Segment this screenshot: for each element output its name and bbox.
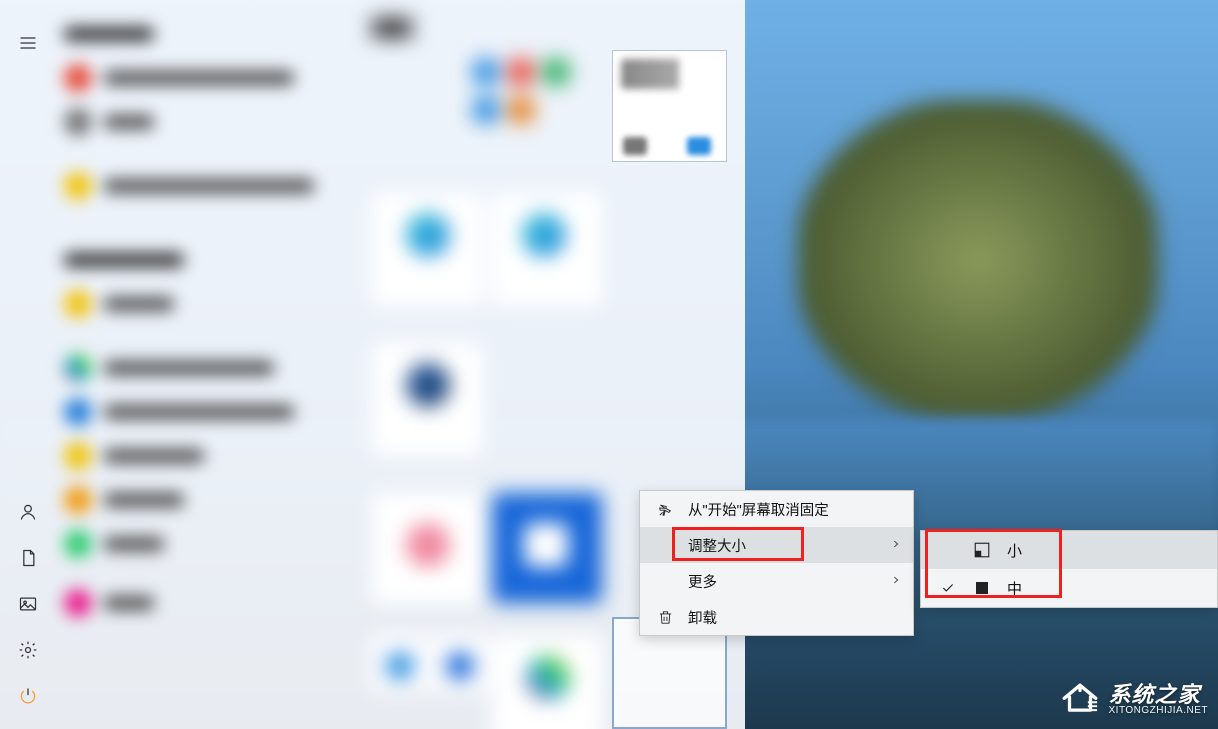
settings-icon: [18, 640, 38, 660]
live-tile-preview[interactable]: [612, 50, 727, 162]
settings-button[interactable]: [0, 627, 56, 673]
size-small-label: 小: [1007, 540, 1022, 561]
resize-item[interactable]: 调整大小: [640, 527, 913, 563]
app-list-blurred: [64, 12, 344, 729]
documents-icon: [18, 548, 38, 568]
uninstall-item[interactable]: 卸载: [640, 599, 913, 635]
more-label: 更多: [688, 571, 899, 592]
menu-icon: [18, 33, 38, 53]
unpin-label: 从"开始"屏幕取消固定: [688, 499, 899, 520]
watermark: 系统之家 XITONGZHIJIA.NET: [1059, 676, 1209, 723]
pictures-icon: [18, 594, 38, 614]
start-menu: [0, 0, 745, 729]
watermark-logo-icon: [1059, 676, 1101, 723]
watermark-title-cn: 系统之家: [1109, 684, 1209, 706]
watermark-title-en: XITONGZHIJIA.NET: [1109, 706, 1209, 716]
size-small-item[interactable]: 小: [921, 531, 1217, 569]
wallpaper-mountain: [798, 100, 1158, 420]
user-button[interactable]: [0, 489, 56, 535]
unpin-from-start-item[interactable]: 从"开始"屏幕取消固定: [640, 491, 913, 527]
start-rail: [0, 0, 56, 729]
tile-context-menu: 从"开始"屏幕取消固定 调整大小 更多 卸载: [639, 490, 914, 636]
chevron-right-icon: [891, 573, 901, 589]
size-medium-label: 中: [1007, 578, 1022, 599]
medium-tile-icon: [971, 579, 993, 597]
user-icon: [18, 502, 38, 522]
check-icon: [939, 581, 957, 595]
uninstall-label: 卸载: [688, 607, 899, 628]
chevron-right-icon: [891, 537, 901, 553]
more-item[interactable]: 更多: [640, 563, 913, 599]
unpin-icon: [654, 501, 676, 518]
resize-submenu: 小 中: [920, 530, 1218, 608]
small-tile-icon: [971, 541, 993, 559]
power-button[interactable]: [0, 673, 56, 719]
trash-icon: [654, 609, 676, 626]
documents-button[interactable]: [0, 535, 56, 581]
pictures-button[interactable]: [0, 581, 56, 627]
power-icon: [18, 686, 38, 706]
resize-label: 调整大小: [688, 535, 899, 556]
hamburger-button[interactable]: [0, 20, 56, 66]
size-medium-item[interactable]: 中: [921, 569, 1217, 607]
